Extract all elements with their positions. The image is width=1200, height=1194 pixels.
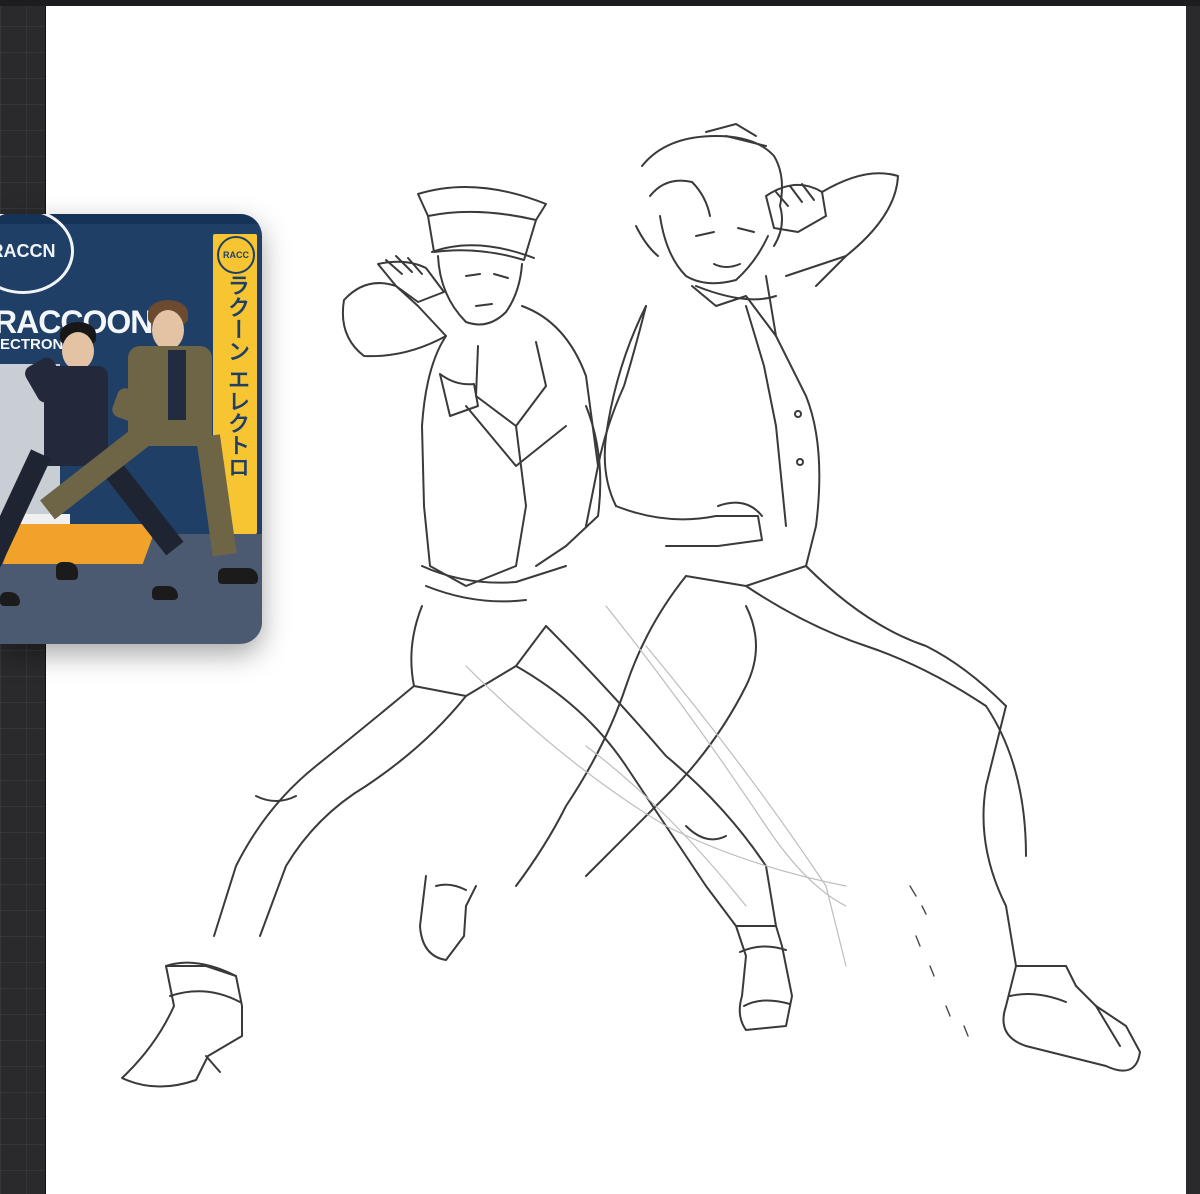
photo-brand-sub-text: ECTRONI (0, 336, 68, 353)
reference-photo-panel[interactable]: RACCN RACCOON ECTRONI RACC ラクーン エレクトロ (0, 214, 262, 644)
photo-banner-text: ラクーン エレクトロ (225, 274, 250, 479)
photo-banner-logo: RACC (217, 236, 255, 274)
right-edge-strip (1186, 6, 1200, 1194)
photo-orange-mat (2, 524, 158, 564)
